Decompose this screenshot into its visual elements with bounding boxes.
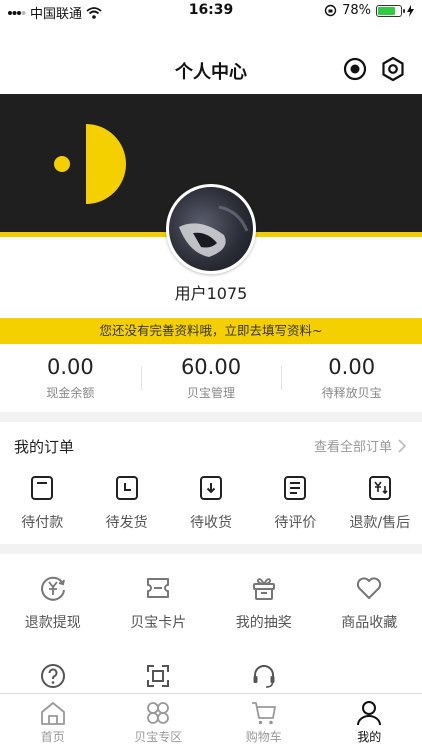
orientation-lock-icon	[324, 4, 337, 17]
username[interactable]: 用户1075	[0, 280, 422, 304]
brand-logo	[54, 124, 126, 204]
cart-icon	[251, 702, 276, 725]
tool-refund-withdraw[interactable]: 退款提现	[0, 574, 106, 632]
person-icon	[357, 701, 382, 726]
stat-value: 0.00	[328, 355, 376, 379]
section-divider	[0, 544, 422, 554]
tool-scan[interactable]	[106, 662, 212, 690]
tool-label: 我的抽奖	[235, 615, 292, 631]
scan-icon	[147, 665, 170, 687]
order-label: 待评价	[274, 515, 317, 531]
help-icon	[40, 664, 65, 688]
stat-value: 0.00	[46, 355, 94, 379]
tab-home[interactable]: 首页	[0, 694, 106, 750]
clover-icon	[147, 702, 170, 724]
wallet-icon	[31, 476, 54, 500]
stat-divider	[140, 366, 142, 390]
tools-row: 退款提现 贝宝卡片 我的抽奖 商品收藏	[0, 574, 422, 632]
tab-label: 贝宝专区	[134, 730, 183, 744]
home-icon	[40, 702, 65, 725]
stat-beibao-manage[interactable]: 60.00 贝宝管理	[140, 352, 282, 406]
bottom-tab-bar: 首页 贝宝专区 购物车 我的	[0, 693, 422, 750]
tool-label: 商品收藏	[341, 615, 398, 631]
tab-label: 首页	[40, 730, 65, 744]
view-all-orders-label: 查看全部订单	[313, 440, 392, 455]
orders-header: 我的订单 查看全部订单	[0, 426, 422, 464]
tool-favorites[interactable]: 商品收藏	[317, 574, 422, 632]
battery-icon	[376, 4, 405, 17]
tab-label: 购物车	[245, 730, 282, 744]
ticket-icon	[147, 578, 170, 598]
order-refund-aftersale[interactable]: 退款/售后	[338, 474, 422, 538]
gift-icon	[252, 578, 275, 600]
yen-refresh-icon	[40, 576, 65, 601]
refund-icon	[368, 476, 391, 500]
battery-fill	[378, 6, 396, 15]
tool-my-lottery[interactable]: 我的抽奖	[211, 574, 317, 632]
tool-help[interactable]	[0, 662, 106, 690]
stats-row: 0.00 现金余额 60.00 贝宝管理 0.00 待释放贝宝	[0, 352, 422, 406]
order-label: 待收货	[190, 515, 233, 531]
tools-row	[0, 662, 422, 690]
order-label: 待付款	[21, 515, 64, 531]
stat-label: 现金余额	[46, 386, 95, 400]
stat-value: 60.00	[180, 355, 242, 379]
heart-icon	[357, 577, 382, 599]
stat-pending-beibao[interactable]: 0.00 待释放贝宝	[281, 352, 422, 406]
tab-label: 我的	[357, 730, 382, 744]
orders-title: 我的订单	[14, 438, 75, 456]
document-icon	[284, 476, 307, 500]
avatar-image	[179, 205, 249, 257]
battery-percent: 78%	[342, 3, 371, 18]
order-pending-shipment[interactable]: 待发货	[84, 474, 168, 538]
order-label: 待发货	[105, 515, 148, 531]
tab-cart[interactable]: 购物车	[211, 694, 317, 750]
section-divider	[0, 412, 422, 422]
avatar[interactable]	[166, 184, 256, 274]
headset-icon	[253, 665, 275, 688]
view-all-orders-link[interactable]: 查看全部订单	[314, 436, 406, 455]
stat-label: 待释放贝宝	[321, 386, 382, 400]
order-pending-payment[interactable]: 待付款	[0, 474, 84, 538]
order-pending-review[interactable]: 待评价	[253, 474, 337, 538]
chevron-right-icon	[398, 438, 406, 453]
tab-beibao-zone[interactable]: 贝宝专区	[106, 694, 212, 750]
orders-row: 待付款 待发货 待收货 待评价 退款/售后	[0, 474, 422, 538]
complete-profile-notice[interactable]: 您还没有完善资料哦，立即去填写资料~	[0, 318, 422, 344]
tool-customer-service[interactable]	[211, 662, 317, 690]
tool-label: 退款提现	[24, 615, 81, 631]
status-right: 78%	[324, 3, 414, 18]
clock-icon	[115, 476, 138, 500]
tool-label: 贝宝卡片	[130, 615, 187, 631]
stat-divider	[281, 366, 283, 390]
header: 个人中心	[0, 48, 422, 92]
order-label: 退款/售后	[349, 515, 411, 531]
charging-icon	[407, 4, 414, 17]
message-icon[interactable]	[342, 56, 368, 82]
download-icon	[200, 476, 223, 500]
stat-cash-balance[interactable]: 0.00 现金余额	[0, 352, 141, 406]
status-bar: 中国联通 16:39 78%	[0, 0, 422, 22]
tab-mine[interactable]: 我的	[317, 694, 422, 750]
order-pending-receipt[interactable]: 待收货	[169, 474, 253, 538]
settings-icon[interactable]	[380, 56, 406, 82]
tool-beibao-card[interactable]: 贝宝卡片	[106, 574, 212, 632]
stat-label: 贝宝管理	[187, 386, 236, 400]
